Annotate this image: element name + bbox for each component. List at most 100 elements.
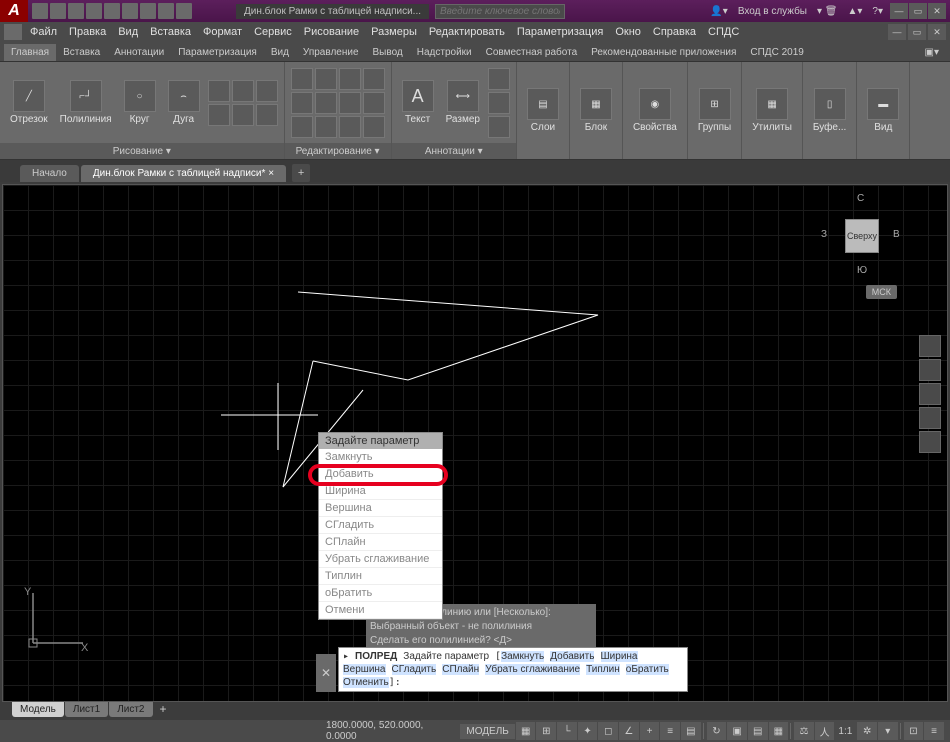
menu-draw[interactable]: Рисование bbox=[298, 26, 365, 38]
panel-utils[interactable]: ▦Утилиты bbox=[742, 62, 803, 159]
dyn-icon[interactable]: + bbox=[640, 722, 660, 740]
cmd-opt[interactable]: СГладить bbox=[392, 664, 437, 675]
panel-anno-title[interactable]: Аннотации ▾ bbox=[392, 143, 516, 159]
qat-undo-icon[interactable] bbox=[122, 3, 138, 19]
cmd-opt[interactable]: Отменить bbox=[343, 677, 389, 688]
draw-small-icon[interactable] bbox=[208, 104, 230, 126]
ribbon-tab-apps[interactable]: Рекомендованные приложения bbox=[584, 44, 743, 61]
layout-add-button[interactable]: + bbox=[154, 702, 173, 716]
panel-draw-title[interactable]: Рисование ▾ bbox=[0, 143, 284, 159]
qat-saveas-icon[interactable] bbox=[86, 3, 102, 19]
layout-tab-model[interactable]: Модель bbox=[12, 702, 64, 717]
draw-small-icon[interactable] bbox=[256, 104, 278, 126]
menu-dims[interactable]: Размеры bbox=[365, 26, 423, 38]
panel-view[interactable]: ▬Вид bbox=[857, 62, 910, 159]
scale-display[interactable]: 1:1 bbox=[838, 726, 852, 737]
menu-edit[interactable]: Правка bbox=[63, 26, 112, 38]
as-icon[interactable]: 人 bbox=[815, 722, 835, 740]
draw-small-icon[interactable] bbox=[232, 104, 254, 126]
menu-spds[interactable]: СПДС bbox=[702, 26, 745, 38]
edit-icon[interactable] bbox=[291, 116, 313, 138]
menu-param[interactable]: Параметризация bbox=[511, 26, 609, 38]
anno-icon[interactable] bbox=[488, 116, 510, 138]
qp-icon[interactable]: ▤ bbox=[748, 722, 768, 740]
edit-icon[interactable] bbox=[363, 92, 385, 114]
viewcube-east[interactable]: В bbox=[893, 229, 900, 240]
edit-icon[interactable] bbox=[363, 68, 385, 90]
cmd-opt[interactable]: Вершина bbox=[343, 664, 386, 675]
panel-groups[interactable]: ⊞Группы bbox=[688, 62, 742, 159]
ctx-reverse[interactable]: оБратить bbox=[319, 585, 442, 602]
menu-help[interactable]: Справка bbox=[647, 26, 702, 38]
cmd-opt[interactable]: Типлин bbox=[586, 664, 620, 675]
anno-icon[interactable] bbox=[488, 92, 510, 114]
anno-icon[interactable] bbox=[488, 68, 510, 90]
minimize-button[interactable]: — bbox=[890, 3, 908, 19]
nav-orbit-icon[interactable] bbox=[919, 407, 941, 429]
edit-icon[interactable] bbox=[315, 68, 337, 90]
menu-insert[interactable]: Вставка bbox=[144, 26, 197, 38]
clean-icon[interactable]: ⊡ bbox=[904, 722, 924, 740]
3d-icon[interactable]: ▣ bbox=[727, 722, 747, 740]
menu-view[interactable]: Вид bbox=[112, 26, 144, 38]
ctx-close[interactable]: Замкнуть bbox=[319, 449, 442, 466]
qat-more-icon[interactable] bbox=[158, 3, 174, 19]
qat-open-icon[interactable] bbox=[50, 3, 66, 19]
ctx-decurve[interactable]: Убрать сглаживание bbox=[319, 551, 442, 568]
viewcube-north[interactable]: С bbox=[857, 193, 864, 204]
snap-icon[interactable]: ⊞ bbox=[536, 722, 556, 740]
draw-small-icon[interactable] bbox=[256, 80, 278, 102]
command-input[interactable]: ▸ ПОЛРЕД Задайте параметр [Замкнуть Доба… bbox=[338, 647, 688, 692]
help-icon[interactable]: ?▾ bbox=[869, 6, 886, 17]
app-logo[interactable]: A bbox=[0, 0, 28, 22]
nav-wheel-icon[interactable] bbox=[919, 335, 941, 357]
gear-icon[interactable]: ✲ bbox=[857, 722, 877, 740]
menu-modify[interactable]: Редактировать bbox=[423, 26, 511, 38]
ribbon-tab-insert[interactable]: Вставка bbox=[56, 44, 107, 61]
qat-save-icon[interactable] bbox=[68, 3, 84, 19]
modelspace-button[interactable]: МОДЕЛЬ bbox=[460, 724, 514, 739]
panel-clip[interactable]: ▯Буфе... bbox=[803, 62, 857, 159]
panel-block[interactable]: ▦Блок bbox=[570, 62, 623, 159]
polyline-button[interactable]: ⌐┘Полилиния bbox=[56, 78, 116, 127]
ribbon-tab-output[interactable]: Вывод bbox=[366, 44, 410, 61]
cycle-icon[interactable]: ↻ bbox=[707, 722, 727, 740]
ribbon-tab-home[interactable]: Главная bbox=[4, 44, 56, 61]
workspace-icon[interactable]: ▾ bbox=[878, 722, 898, 740]
login-button[interactable]: Вход в службы bbox=[735, 6, 810, 17]
nav-zoom-icon[interactable] bbox=[919, 383, 941, 405]
edit-icon[interactable] bbox=[339, 92, 361, 114]
tab-close-icon[interactable]: × bbox=[268, 168, 274, 179]
tab-start[interactable]: Начало bbox=[20, 165, 79, 182]
cmd-opt[interactable]: оБратить bbox=[626, 664, 669, 675]
menu-service[interactable]: Сервис bbox=[248, 26, 298, 38]
trans-icon[interactable]: ▤ bbox=[681, 722, 701, 740]
layout-tab-1[interactable]: Лист1 bbox=[65, 702, 108, 717]
view-cube[interactable]: Сверху С Ю З В bbox=[817, 191, 907, 281]
viewcube-south[interactable]: Ю bbox=[857, 265, 867, 276]
nav-show-icon[interactable] bbox=[919, 431, 941, 453]
menu-icon[interactable] bbox=[4, 24, 22, 40]
panel-props[interactable]: ◉Свойства bbox=[623, 62, 688, 159]
menu-format[interactable]: Формат bbox=[197, 26, 248, 38]
qat-redo-icon[interactable] bbox=[140, 3, 156, 19]
ctx-spline[interactable]: СПлайн bbox=[319, 534, 442, 551]
cmd-opt[interactable]: Ширина bbox=[601, 651, 638, 662]
wcs-badge[interactable]: МСК bbox=[866, 285, 897, 299]
ribbon-tab-view[interactable]: Вид bbox=[264, 44, 296, 61]
edit-icon[interactable] bbox=[315, 116, 337, 138]
edit-icon[interactable] bbox=[291, 92, 313, 114]
circle-button[interactable]: ○Круг bbox=[120, 78, 160, 127]
cmd-opt[interactable]: Замкнуть bbox=[501, 651, 544, 662]
nav-pan-icon[interactable] bbox=[919, 359, 941, 381]
lwt-icon[interactable]: ≡ bbox=[660, 722, 680, 740]
edit-icon[interactable] bbox=[339, 68, 361, 90]
ribbon-tab-spds[interactable]: СПДС 2019 bbox=[743, 44, 810, 61]
panel-edit-title[interactable]: Редактирование ▾ bbox=[285, 143, 391, 159]
ortho-icon[interactable]: └ bbox=[557, 722, 577, 740]
ds-icon[interactable]: ▦ bbox=[769, 722, 789, 740]
ribbon-tab-collab[interactable]: Совместная работа bbox=[479, 44, 585, 61]
ctx-fit[interactable]: СГладить bbox=[319, 517, 442, 534]
edit-icon[interactable] bbox=[291, 68, 313, 90]
ribbon-tab-addins[interactable]: Надстройки bbox=[410, 44, 479, 61]
